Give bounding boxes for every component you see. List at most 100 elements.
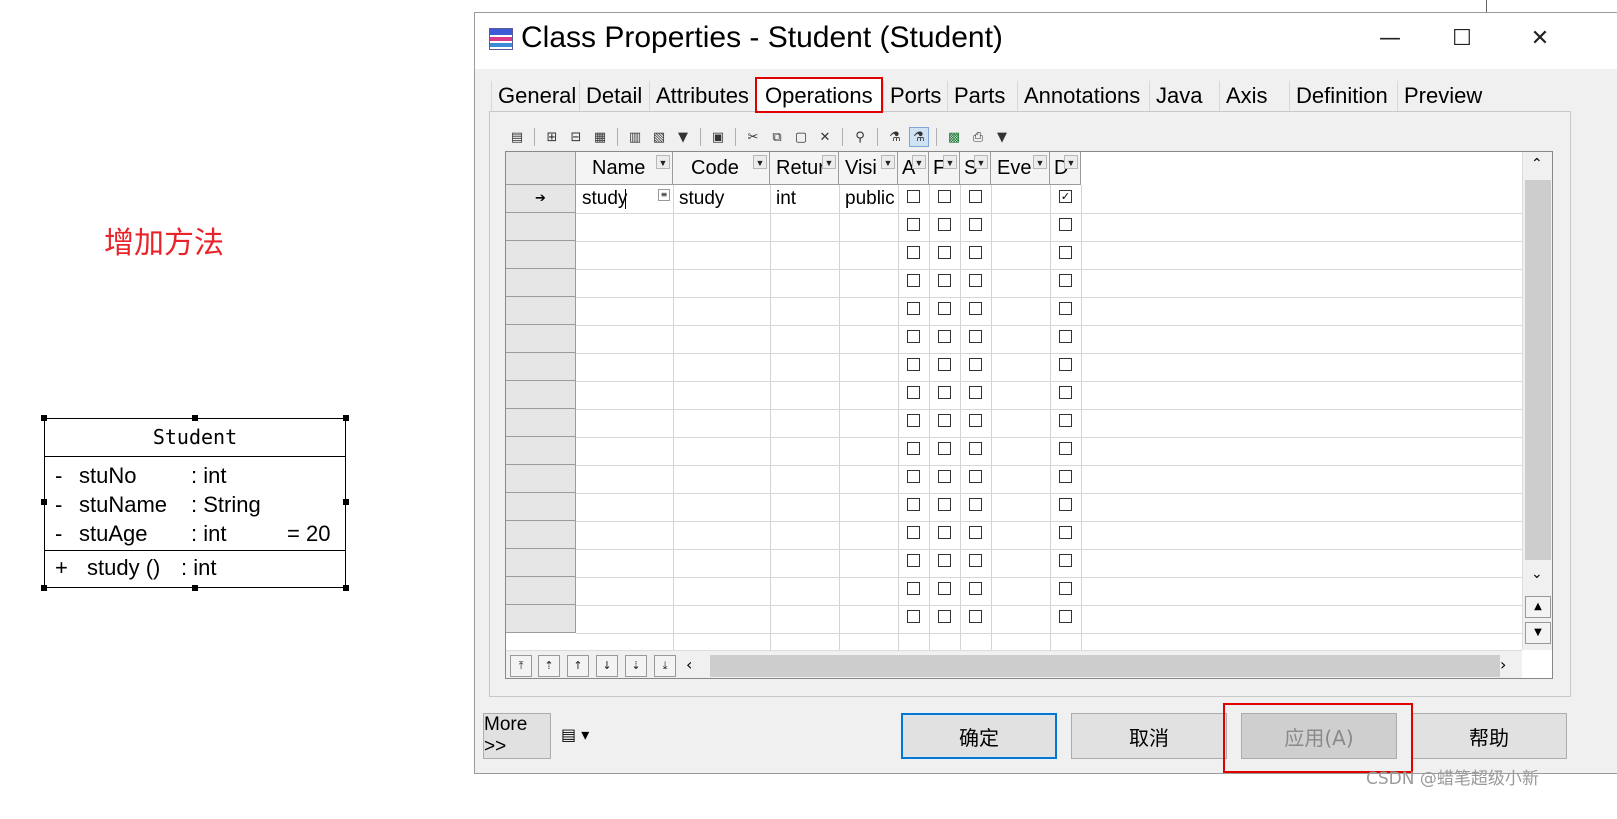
checkbox-static[interactable]: [969, 190, 982, 203]
move-up-one-icon[interactable]: ↑: [567, 655, 589, 677]
row-header[interactable]: [506, 269, 576, 297]
row-header-current[interactable]: ➔: [506, 185, 576, 213]
checkbox-default[interactable]: [1059, 218, 1072, 231]
checkbox-final[interactable]: [938, 470, 951, 483]
dropdown-arrow-icon[interactable]: ▼: [912, 155, 926, 169]
checkbox-final[interactable]: [938, 554, 951, 567]
checkbox-final[interactable]: [938, 302, 951, 315]
checkbox-final[interactable]: [938, 582, 951, 595]
column-header-event[interactable]: Eve ▼: [991, 152, 1050, 185]
customize-columns-icon[interactable]: ▥: [625, 127, 645, 147]
checkbox-abstract[interactable]: [907, 554, 920, 567]
move-up-icon[interactable]: ⇡: [538, 655, 560, 677]
checkbox-abstract[interactable]: [907, 470, 920, 483]
title-bar[interactable]: Class Properties - Student (Student) — ☐…: [475, 13, 1617, 69]
checkbox-default[interactable]: [1059, 470, 1072, 483]
dropdown-arrow-icon[interactable]: ▼: [753, 155, 767, 169]
format-dropdown-icon[interactable]: ▤ ▾: [561, 725, 589, 744]
checkbox-abstract[interactable]: [907, 442, 920, 455]
checkbox-static[interactable]: [969, 582, 982, 595]
row-header[interactable]: [506, 605, 576, 633]
checkbox-default[interactable]: [1059, 246, 1072, 259]
dropdown-arrow-icon[interactable]: ▼: [656, 155, 670, 169]
scroll-left-icon[interactable]: ‹: [686, 655, 692, 674]
tab-general[interactable]: General: [491, 81, 579, 111]
cut-icon[interactable]: ✂: [743, 127, 763, 147]
checkbox-final[interactable]: [938, 358, 951, 371]
column-header-code[interactable]: Code ▼: [673, 152, 770, 185]
dropdown-arrow-icon[interactable]: ▼: [974, 155, 988, 169]
checkbox-final[interactable]: [938, 246, 951, 259]
column-header-static[interactable]: S ▼: [960, 152, 991, 185]
checkbox-final[interactable]: [938, 274, 951, 287]
row-header[interactable]: [506, 297, 576, 325]
checkbox-final[interactable]: [938, 414, 951, 427]
selection-handle[interactable]: [192, 585, 198, 591]
checkbox-static[interactable]: [969, 330, 982, 343]
column-header-return-type[interactable]: Retur ▼: [770, 152, 839, 185]
tab-annotations[interactable]: Annotations: [1017, 81, 1149, 111]
row-header[interactable]: [506, 353, 576, 381]
checkbox-static[interactable]: [969, 554, 982, 567]
row-header[interactable]: [506, 409, 576, 437]
checkbox-abstract[interactable]: [907, 302, 920, 315]
uml-class-box[interactable]: Student - stuNo : int - stuName : String…: [41, 415, 349, 591]
checkbox-abstract[interactable]: [907, 414, 920, 427]
checkbox-final[interactable]: [938, 526, 951, 539]
checkbox-abstract[interactable]: [907, 218, 920, 231]
checkbox-static[interactable]: [969, 274, 982, 287]
checkbox-final[interactable]: [938, 330, 951, 343]
row-header[interactable]: [506, 577, 576, 605]
ok-button[interactable]: 确定: [901, 713, 1057, 759]
insert-row-icon[interactable]: ⊞: [542, 127, 562, 147]
selection-handle[interactable]: [192, 415, 198, 421]
dropdown-arrow-icon[interactable]: ▼: [992, 127, 1012, 147]
row-header[interactable]: [506, 437, 576, 465]
move-bottom-icon[interactable]: ⤓: [654, 655, 676, 677]
selection-handle[interactable]: [343, 585, 349, 591]
row-header[interactable]: [506, 493, 576, 521]
row-header[interactable]: [506, 549, 576, 577]
checkbox-static[interactable]: [969, 526, 982, 539]
checkbox-final[interactable]: [938, 386, 951, 399]
checkbox-abstract[interactable]: [907, 190, 920, 203]
checkbox-abstract[interactable]: [907, 526, 920, 539]
column-header-name[interactable]: Name ▼: [576, 152, 673, 185]
checkbox-static[interactable]: [969, 218, 982, 231]
ellipsis-button-icon[interactable]: ≡: [658, 189, 670, 201]
checkbox-final[interactable]: [938, 442, 951, 455]
more-button[interactable]: More >>: [483, 713, 551, 759]
checkbox-default[interactable]: ✓: [1059, 190, 1072, 203]
checkbox-abstract[interactable]: [907, 274, 920, 287]
filter-icon[interactable]: ▧: [649, 127, 669, 147]
enable-filter-icon[interactable]: ⚗: [909, 127, 929, 147]
page-up-icon[interactable]: ▲: [1525, 596, 1551, 618]
checkbox-default[interactable]: [1059, 442, 1072, 455]
dropdown-arrow-icon[interactable]: ▼: [1033, 155, 1047, 169]
tab-java[interactable]: Java: [1149, 81, 1219, 111]
checkbox-default[interactable]: [1059, 330, 1072, 343]
row-header[interactable]: [506, 521, 576, 549]
filter-settings-icon[interactable]: ⚗: [885, 127, 905, 147]
scroll-up-icon[interactable]: ⌃: [1531, 156, 1543, 172]
checkbox-final[interactable]: [938, 190, 951, 203]
add-objects-icon[interactable]: ▦: [590, 127, 610, 147]
save-icon[interactable]: ▣: [708, 127, 728, 147]
find-icon[interactable]: ⚲: [850, 127, 870, 147]
checkbox-default[interactable]: [1059, 302, 1072, 315]
checkbox-final[interactable]: [938, 498, 951, 511]
checkbox-static[interactable]: [969, 302, 982, 315]
checkbox-abstract[interactable]: [907, 246, 920, 259]
page-down-icon[interactable]: ▼: [1525, 622, 1551, 644]
checkbox-static[interactable]: [969, 610, 982, 623]
tab-detail[interactable]: Detail: [579, 81, 649, 111]
row-header[interactable]: [506, 381, 576, 409]
row-header[interactable]: [506, 241, 576, 269]
selection-handle[interactable]: [41, 415, 47, 421]
delete-icon[interactable]: ✕: [815, 127, 835, 147]
tab-attributes[interactable]: Attributes: [649, 81, 755, 111]
cell-return-type[interactable]: int: [776, 188, 796, 210]
add-row-icon[interactable]: ⊟: [566, 127, 586, 147]
row-header[interactable]: [506, 465, 576, 493]
print-icon[interactable]: ⎙: [968, 127, 988, 147]
